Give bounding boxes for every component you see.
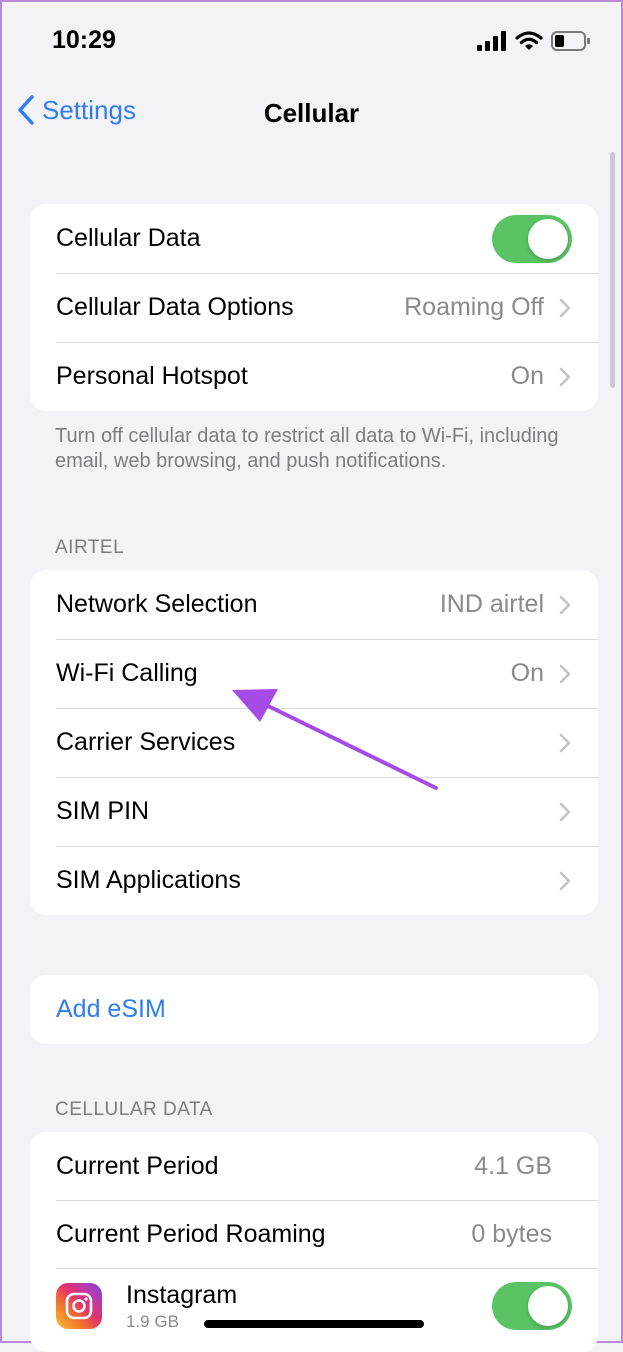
home-indicator[interactable] <box>204 1320 424 1328</box>
annotation-arrow <box>232 689 438 790</box>
